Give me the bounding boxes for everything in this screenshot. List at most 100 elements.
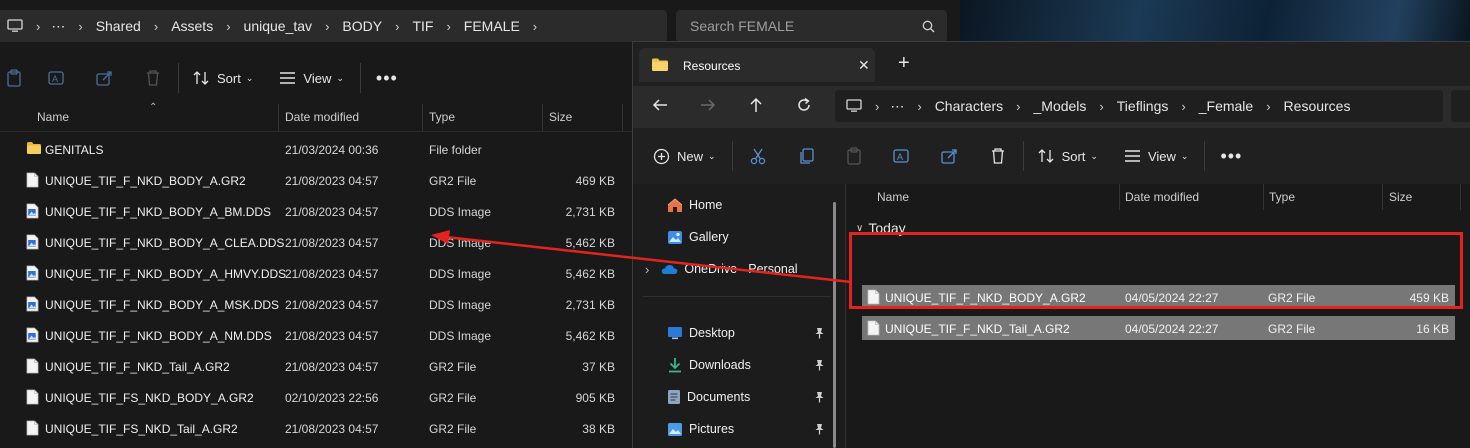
table-row[interactable]: UNIQUE_TIF_F_NKD_BODY_A_NM.DDS 21/08/2023… bbox=[0, 320, 632, 351]
pin-icon[interactable] bbox=[814, 391, 825, 403]
chevron-right-icon[interactable]: › bbox=[1266, 99, 1270, 114]
sort-button[interactable]: Sort ⌄ bbox=[193, 70, 253, 86]
rename-icon[interactable]: A bbox=[48, 69, 66, 87]
sidebar-item-documents[interactable]: Documents bbox=[633, 382, 833, 412]
chevron-right-icon[interactable]: › bbox=[78, 19, 82, 34]
breadcrumb-body[interactable]: BODY bbox=[342, 18, 382, 34]
sidebar-item-onedrive[interactable]: › OneDrive - Personal bbox=[633, 254, 833, 284]
overflow-dots-icon[interactable]: ⋯ bbox=[890, 98, 904, 115]
chevron-right-icon[interactable]: › bbox=[533, 19, 537, 34]
column-divider[interactable] bbox=[278, 104, 279, 131]
column-divider[interactable] bbox=[542, 104, 543, 131]
left-address-bar[interactable]: › ⋯ › Shared › Assets › unique_tav › BOD… bbox=[0, 10, 667, 42]
table-row[interactable]: UNIQUE_TIF_F_NKD_Tail_A.GR2 21/08/2023 04… bbox=[0, 351, 632, 382]
cut-icon[interactable] bbox=[749, 147, 767, 165]
breadcrumb-unique-tav[interactable]: unique_tav bbox=[244, 18, 313, 34]
view-button[interactable]: View ⌄ bbox=[1124, 149, 1188, 164]
more-icon: ••• bbox=[1220, 145, 1243, 166]
chevron-right-icon[interactable]: › bbox=[446, 19, 450, 34]
breadcrumb-female[interactable]: _Female bbox=[1199, 98, 1253, 114]
this-pc-icon[interactable] bbox=[846, 99, 862, 113]
right-search-box[interactable] bbox=[1451, 90, 1470, 122]
tab-resources[interactable]: Resources ✕ bbox=[639, 48, 875, 82]
sort-button[interactable]: Sort ⌄ bbox=[1038, 148, 1098, 164]
chevron-right-icon[interactable]: › bbox=[1181, 99, 1185, 114]
table-row[interactable]: GENITALS 21/03/2024 00:36 File folder bbox=[0, 134, 632, 165]
file-type: DDS Image bbox=[429, 205, 492, 219]
pin-icon[interactable] bbox=[814, 327, 825, 339]
chevron-right-icon[interactable]: › bbox=[875, 99, 879, 114]
close-tab-icon[interactable]: ✕ bbox=[858, 57, 870, 74]
share-icon[interactable] bbox=[940, 147, 959, 165]
left-search-box[interactable]: Search FEMALE bbox=[676, 10, 947, 42]
rename-icon[interactable]: A bbox=[892, 147, 911, 165]
delete-icon[interactable] bbox=[144, 69, 162, 87]
pin-icon[interactable] bbox=[814, 423, 825, 435]
table-row[interactable]: UNIQUE_TIF_FS_NKD_BODY_A.GR2 02/10/2023 2… bbox=[0, 382, 632, 413]
new-button[interactable]: New ⌄ bbox=[653, 148, 716, 165]
column-divider[interactable] bbox=[422, 104, 423, 131]
sidebar-item-downloads[interactable]: Downloads bbox=[633, 350, 833, 380]
breadcrumb-resources[interactable]: Resources bbox=[1284, 98, 1351, 114]
column-divider[interactable] bbox=[1263, 184, 1264, 210]
breadcrumb-female[interactable]: FEMALE bbox=[464, 18, 520, 34]
paste-icon[interactable] bbox=[845, 147, 863, 165]
column-size[interactable]: Size bbox=[1389, 190, 1412, 204]
breadcrumb-tieflings[interactable]: Tieflings bbox=[1117, 98, 1169, 114]
forward-arrow-icon[interactable] bbox=[700, 97, 716, 113]
share-icon[interactable] bbox=[96, 69, 114, 87]
sidebar-item-pictures[interactable]: Pictures bbox=[633, 414, 833, 444]
up-arrow-icon[interactable] bbox=[748, 97, 764, 113]
search-icon[interactable] bbox=[922, 20, 935, 33]
table-row[interactable]: UNIQUE_TIF_FS_NKD_Tail_A.GR2 21/08/2023 0… bbox=[0, 413, 632, 444]
pin-icon[interactable] bbox=[814, 359, 825, 371]
table-row[interactable]: UNIQUE_TIF_F_NKD_BODY_A_MSK.DDS 21/08/202… bbox=[0, 289, 632, 320]
chevron-right-icon[interactable]: › bbox=[1016, 99, 1020, 114]
breadcrumb-assets[interactable]: Assets bbox=[171, 18, 213, 34]
chevron-right-icon[interactable]: › bbox=[645, 262, 649, 277]
sidebar-item-home[interactable]: Home bbox=[633, 190, 833, 220]
copy-icon[interactable] bbox=[797, 147, 815, 165]
breadcrumb-characters[interactable]: Characters bbox=[935, 98, 1003, 114]
breadcrumb-tif[interactable]: TIF bbox=[412, 18, 433, 34]
more-options-button[interactable]: ••• bbox=[1220, 146, 1242, 167]
more-options-button[interactable]: ••• bbox=[376, 68, 398, 89]
table-row[interactable]: UNIQUE_TIF_F_NKD_BODY_A_HMVY.DDS 21/08/20… bbox=[0, 258, 632, 289]
chevron-right-icon[interactable]: › bbox=[226, 19, 230, 34]
column-divider[interactable] bbox=[622, 104, 623, 131]
sidebar-item-desktop[interactable]: Desktop bbox=[633, 318, 833, 348]
sidebar-scrollbar[interactable] bbox=[833, 202, 836, 448]
chevron-right-icon[interactable]: › bbox=[325, 19, 329, 34]
column-name[interactable]: Name bbox=[877, 190, 909, 204]
overflow-dots-icon[interactable]: ⋯ bbox=[51, 18, 65, 35]
column-name[interactable]: Name bbox=[37, 110, 69, 124]
right-address-bar[interactable]: › ⋯ › Characters › _Models › Tieflings ›… bbox=[835, 90, 1443, 122]
table-row[interactable]: UNIQUE_TIF_F_NKD_BODY_A_BM.DDS 21/08/2023… bbox=[0, 196, 632, 227]
sidebar-item-gallery[interactable]: Gallery bbox=[633, 222, 833, 252]
paste-icon[interactable] bbox=[5, 69, 23, 87]
column-size[interactable]: Size bbox=[549, 110, 572, 124]
view-button[interactable]: View ⌄ bbox=[279, 71, 344, 86]
column-divider[interactable] bbox=[1119, 184, 1120, 210]
column-divider[interactable] bbox=[1460, 184, 1461, 210]
column-date-modified[interactable]: Date modified bbox=[285, 110, 359, 124]
refresh-icon[interactable] bbox=[796, 97, 812, 113]
table-row[interactable]: UNIQUE_TIF_F_NKD_BODY_A.GR2 21/08/2023 04… bbox=[0, 165, 632, 196]
column-type[interactable]: Type bbox=[1269, 190, 1295, 204]
chevron-right-icon[interactable]: › bbox=[154, 19, 158, 34]
column-date-modified[interactable]: Date modified bbox=[1125, 190, 1199, 204]
back-arrow-icon[interactable] bbox=[652, 97, 668, 113]
chevron-right-icon[interactable]: › bbox=[917, 99, 921, 114]
delete-icon[interactable] bbox=[989, 147, 1007, 165]
new-tab-icon[interactable]: + bbox=[898, 53, 910, 73]
breadcrumb-shared[interactable]: Shared bbox=[96, 18, 141, 34]
column-divider[interactable] bbox=[1382, 184, 1383, 210]
chevron-right-icon[interactable]: › bbox=[36, 19, 40, 34]
chevron-right-icon[interactable]: › bbox=[395, 19, 399, 34]
breadcrumb-models[interactable]: _Models bbox=[1034, 98, 1087, 114]
table-row[interactable]: UNIQUE_TIF_F_NKD_BODY_A_CLEA.DDS 21/08/20… bbox=[0, 227, 632, 258]
chevron-right-icon[interactable]: › bbox=[1099, 99, 1103, 114]
table-row-selected[interactable]: UNIQUE_TIF_F_NKD_Tail_A.GR2 04/05/2024 22… bbox=[862, 316, 1455, 340]
column-type[interactable]: Type bbox=[429, 110, 455, 124]
this-pc-icon[interactable] bbox=[7, 19, 23, 33]
